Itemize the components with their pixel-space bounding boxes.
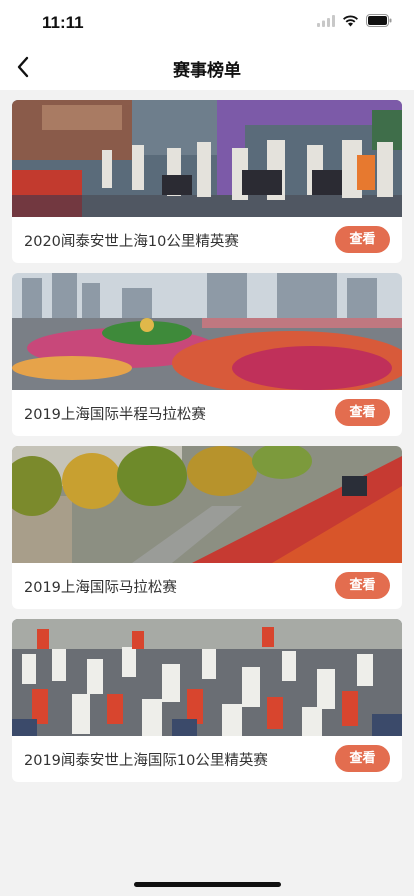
race-title: 2019闻泰安世上海国际10公里精英赛 <box>24 753 268 769</box>
view-button[interactable]: 查看 <box>335 399 390 426</box>
card-footer: 2019闻泰安世上海国际10公里精英赛 查看 <box>12 736 402 782</box>
race-card[interactable]: 2019上海国际马拉松赛 查看 <box>12 446 402 609</box>
battery-icon <box>366 14 392 27</box>
page-title: 赛事榜单 <box>173 61 241 81</box>
view-button[interactable]: 查看 <box>335 745 390 772</box>
race-card[interactable]: 2020闻泰安世上海10公里精英赛 查看 <box>12 100 402 263</box>
race-photo <box>12 100 402 217</box>
status-bar: 11:11 <box>0 0 414 44</box>
race-card[interactable]: 2019上海国际半程马拉松赛 查看 <box>12 273 402 436</box>
card-footer: 2019上海国际马拉松赛 查看 <box>12 563 402 609</box>
race-photo <box>12 273 402 390</box>
view-button[interactable]: 查看 <box>335 572 390 599</box>
race-photo <box>12 619 402 736</box>
nav-bar: 赛事榜单 <box>0 44 414 90</box>
race-title: 2019上海国际马拉松赛 <box>24 580 177 596</box>
card-footer: 2020闻泰安世上海10公里精英赛 查看 <box>12 217 402 263</box>
race-title: 2019上海国际半程马拉松赛 <box>24 407 206 423</box>
signal-icon <box>317 14 335 27</box>
race-photo <box>12 446 402 563</box>
wifi-icon <box>343 14 358 26</box>
card-footer: 2019上海国际半程马拉松赛 查看 <box>12 390 402 436</box>
race-list: 2020闻泰安世上海10公里精英赛 查看 2019上海国际半程马拉松赛 查看 2… <box>12 100 402 792</box>
status-time: 11:11 <box>42 13 84 32</box>
race-card[interactable]: 2019闻泰安世上海国际10公里精英赛 查看 <box>12 619 402 782</box>
race-title: 2020闻泰安世上海10公里精英赛 <box>24 234 239 250</box>
view-button[interactable]: 查看 <box>335 226 390 253</box>
home-indicator[interactable] <box>134 882 281 887</box>
status-icons <box>317 14 392 27</box>
